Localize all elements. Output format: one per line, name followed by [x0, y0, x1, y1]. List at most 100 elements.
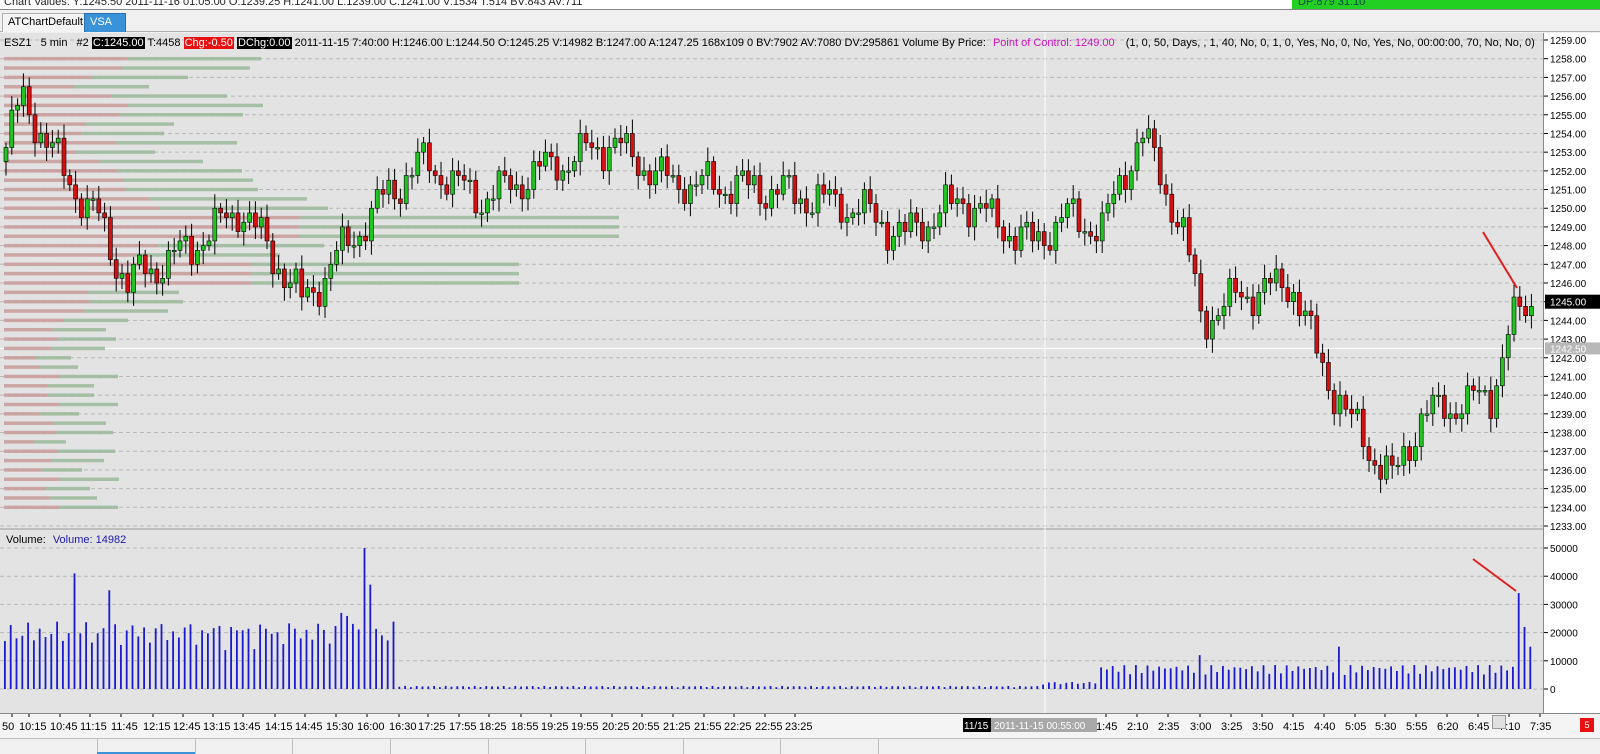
candle-down: [282, 268, 287, 288]
volume-bar: [508, 687, 511, 689]
volume-bar: [1442, 669, 1445, 689]
scroll-thumb[interactable]: [1492, 715, 1506, 729]
time-tick-label: 18:55: [511, 721, 539, 733]
candle-up: [1529, 306, 1534, 317]
volume-bar: [1332, 672, 1334, 689]
profile-bar-up: [86, 122, 174, 126]
time-axis[interactable]: 50 10:15 10:45 11:15 11:45 12:15 12:45 13:15 13:…: [0, 713, 1600, 738]
volume-bar: [1396, 670, 1398, 689]
candle-up: [195, 249, 200, 265]
volume-bar: [868, 686, 870, 689]
candle-down: [920, 221, 925, 242]
candle-up: [1210, 320, 1215, 340]
candle-down: [717, 189, 722, 195]
corner-badge[interactable]: 5: [1580, 718, 1594, 732]
price-tick-label: 1239.00: [1550, 410, 1587, 421]
candle-up: [856, 212, 861, 215]
volume-bar: [294, 628, 296, 689]
profile-bar-up: [90, 299, 183, 304]
volume-bar: [114, 624, 116, 689]
candle-down: [1047, 245, 1053, 251]
candle-down: [728, 193, 734, 204]
candle-up: [815, 184, 821, 214]
candle-down: [1041, 231, 1047, 246]
volume-bar: [1094, 683, 1097, 689]
candle-up: [1476, 390, 1482, 393]
candle-up: [84, 198, 90, 218]
tab-vsa[interactable]: VSA: [84, 13, 126, 32]
volume-bar: [850, 685, 853, 689]
volume-bar: [1001, 686, 1004, 689]
candle-up: [1036, 231, 1041, 242]
candle-up: [931, 226, 937, 229]
volume-bar: [44, 637, 47, 689]
volume-bar: [73, 573, 76, 689]
candle-up: [1065, 203, 1070, 218]
candle-up: [200, 245, 206, 251]
candle-down: [96, 198, 102, 214]
candle-up: [3, 147, 9, 162]
candle-down: [1343, 394, 1349, 410]
candle-down: [1250, 296, 1256, 317]
volume-bar: [1401, 665, 1404, 689]
tab-atchartdefault[interactable]: ATChartDefault: [2, 13, 89, 32]
time-axis-canvas[interactable]: 50 10:15 10:45 11:15 11:45 12:15 12:45 13:15 13:…: [0, 714, 1600, 739]
chart-canvas[interactable]: [0, 33, 1543, 713]
profile-bar-up: [81, 131, 164, 136]
candle-down: [299, 268, 305, 298]
volume-bar: [1448, 667, 1450, 689]
price-tick-label: 1247.00: [1550, 260, 1587, 271]
volume-bar: [253, 649, 256, 689]
footer-divider: [195, 739, 196, 754]
candle-up: [1273, 268, 1279, 284]
profile-bar-up: [158, 243, 324, 248]
change-badge: Chg:-0.50: [183, 37, 234, 49]
time-tick-label: 1:45: [1096, 721, 1117, 733]
volume-bar: [781, 685, 783, 689]
volume-bar: [1471, 672, 1474, 689]
candle-up: [624, 133, 629, 144]
candle-up: [1424, 413, 1430, 416]
price-axis-canvas[interactable]: 1259.00 1258.00 1257.00 1256.00 1255.00 1254.…: [1544, 33, 1600, 713]
volume-bar: [154, 628, 157, 689]
candle-up: [1413, 446, 1418, 461]
candle-down: [79, 198, 84, 218]
horizontal-scrollbar[interactable]: [0, 715, 1600, 754]
candle-up: [229, 212, 235, 218]
volume-bar: [955, 686, 957, 689]
candle-down: [647, 170, 653, 186]
candle-up: [90, 198, 96, 201]
volume-bar: [1222, 665, 1224, 689]
candle-up: [1482, 390, 1488, 393]
candle-down: [154, 268, 160, 284]
volume-bar: [1390, 666, 1392, 689]
candle-up: [293, 268, 299, 284]
annotation-arrow-volume: [1472, 558, 1517, 592]
profile-bar-up: [53, 421, 106, 425]
volume-bar: [1523, 626, 1526, 689]
symbol-label: ESZ1: [4, 37, 32, 49]
price-axis[interactable]: 1259.00 1258.00 1257.00 1256.00 1255.00 1254.…: [1543, 33, 1600, 713]
candle-up: [699, 175, 705, 186]
candle-down: [746, 170, 751, 186]
volume-bar: [549, 686, 551, 689]
candle-down: [508, 175, 513, 190]
volume-bar: [363, 548, 366, 689]
volume-bar: [520, 686, 522, 689]
volume-bar: [1512, 666, 1514, 689]
volume-bar: [462, 686, 464, 689]
candle-down: [438, 175, 444, 186]
candle-up: [247, 212, 252, 223]
candle-up: [171, 249, 177, 253]
price-tick-label: 1237.00: [1550, 447, 1587, 458]
candle-up: [206, 240, 212, 246]
candle-up: [287, 282, 293, 288]
volume-bar: [1268, 673, 1271, 689]
volume-bar: [647, 687, 650, 689]
candle-up: [688, 184, 693, 204]
time-tick-label: 22:25: [724, 721, 752, 733]
volume-bar: [1419, 673, 1421, 689]
price-tick-label: 1257.00: [1550, 73, 1587, 84]
volume-tick-label: 20000: [1550, 629, 1578, 640]
price-chart-panel[interactable]: ESZ1 5 min #2 C:1245.00 T:4458 Chg:-0.50…: [0, 33, 1543, 713]
